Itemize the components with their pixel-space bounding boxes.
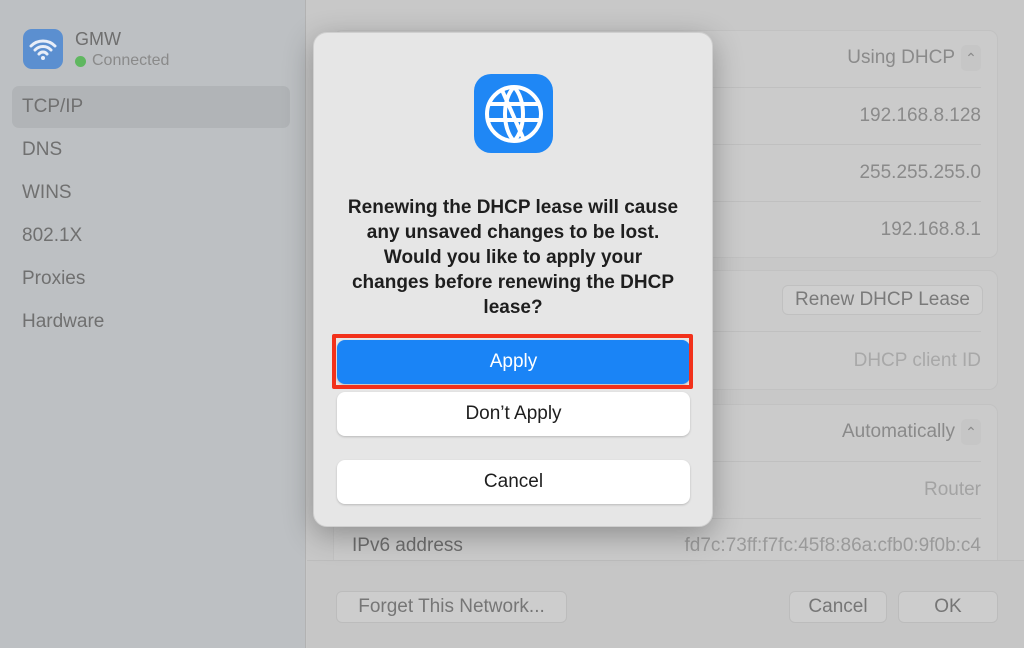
cancel-button[interactable]: Cancel	[789, 591, 887, 623]
subnet-mask-value: 255.255.255.0	[859, 162, 981, 183]
chevron-updown-icon: ⌃	[961, 419, 981, 445]
dialog-cancel-button[interactable]: Cancel	[337, 460, 690, 504]
sidebar-item-proxies[interactable]: Proxies	[12, 258, 290, 300]
sidebar-item-hardware[interactable]: Hardware	[12, 301, 290, 343]
configure-ipv6-value: Automatically	[842, 421, 955, 443]
sidebar-item-8021x[interactable]: 802.1X	[12, 215, 290, 257]
ip-address-value: 192.168.8.128	[859, 105, 981, 126]
network-name: GMW	[75, 29, 121, 49]
chevron-updown-icon: ⌃	[961, 45, 981, 71]
configure-ipv4-select[interactable]: Using DHCP ⌃	[847, 45, 981, 71]
ipv6-address-label: IPv6 address	[352, 535, 463, 556]
dont-apply-button[interactable]: Don’t Apply	[337, 392, 690, 436]
configure-ipv4-value: Using DHCP	[847, 47, 955, 69]
sidebar-item-dns[interactable]: DNS	[12, 129, 290, 171]
status-dot-icon	[75, 55, 86, 67]
renew-dhcp-alert: Renewing the DHCP lease will cause any u…	[313, 32, 713, 527]
sidebar: GMW Connected TCP/IP DNS WINS 802.1X Pro…	[0, 0, 306, 648]
highlight-box	[332, 334, 693, 389]
configure-ipv6-select[interactable]: Automatically ⌃	[842, 419, 981, 445]
dhcp-client-id-input[interactable]: DHCP client ID	[854, 350, 981, 372]
sidebar-item-tcpip[interactable]: TCP/IP	[12, 86, 290, 128]
footer: Forget This Network... Cancel OK	[307, 560, 1024, 648]
globe-icon	[474, 74, 553, 153]
ok-button[interactable]: OK	[898, 591, 998, 623]
wifi-icon	[23, 29, 63, 69]
ipv6-address-value: fd7c:73ff:f7fc:45f8:86a:cfb0:9f0b:c4	[684, 535, 981, 556]
forget-network-button[interactable]: Forget This Network...	[336, 591, 567, 623]
router-value: 192.168.8.1	[880, 219, 981, 240]
network-header: GMW Connected	[23, 29, 169, 70]
renew-dhcp-lease-button[interactable]: Renew DHCP Lease	[782, 285, 983, 315]
ipv6-router-input[interactable]: Router	[924, 479, 981, 501]
alert-message: Renewing the DHCP lease will cause any u…	[347, 197, 679, 318]
network-status: Connected	[92, 52, 170, 69]
sidebar-item-wins[interactable]: WINS	[12, 172, 290, 214]
